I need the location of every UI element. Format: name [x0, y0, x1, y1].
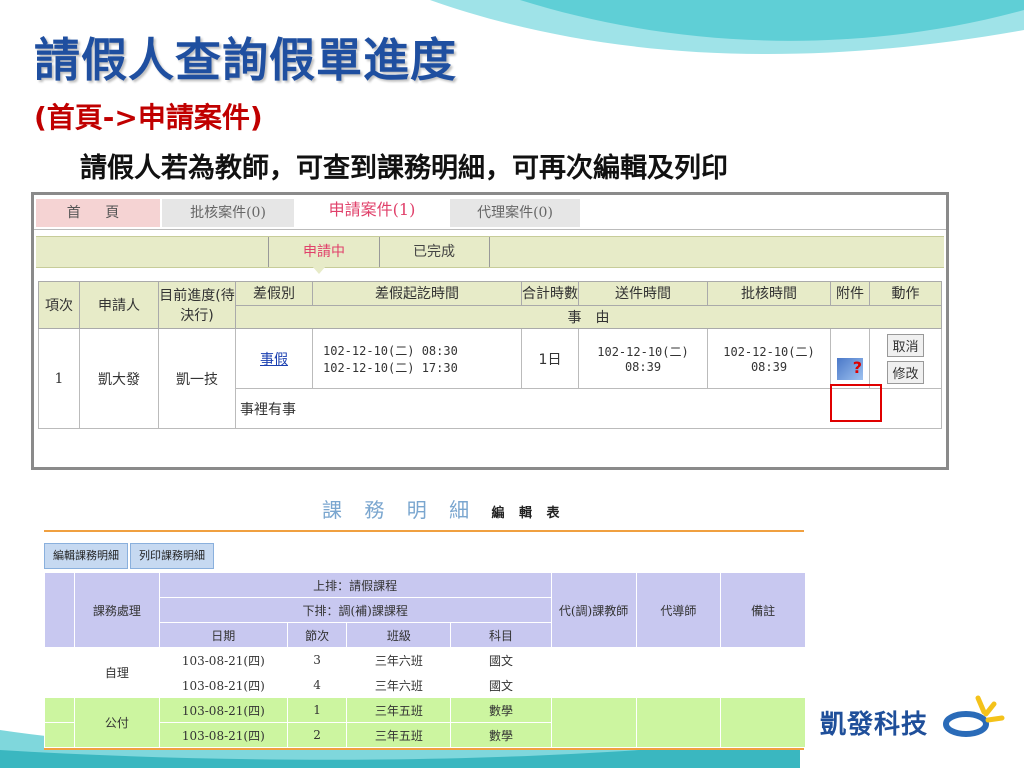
- header-period: 差假起訖時間: [312, 281, 522, 306]
- cell-period: 3: [286, 647, 348, 673]
- header-total-time: 合計時數: [521, 281, 579, 306]
- course-button-row: 編輯課務明細 列印課務明細: [44, 543, 216, 569]
- attachment-icon[interactable]: ?: [837, 358, 863, 380]
- cell-handling: 自理: [74, 647, 160, 698]
- tab-application-cases[interactable]: 申請案件(1): [296, 195, 448, 229]
- approve-date: 102-12-10(二): [723, 345, 815, 359]
- cell-subject: 數學: [450, 697, 552, 723]
- divider-bottom: [44, 748, 804, 750]
- company-logo: 凱發科技: [820, 690, 1010, 750]
- cell-total: 1日: [521, 328, 579, 389]
- edit-course-detail-button[interactable]: 編輯課務明細: [44, 543, 128, 569]
- header-blank: [43, 572, 76, 648]
- cell-class: 三年六班: [346, 647, 452, 673]
- course-detail-title-text: 課 務 明 細: [322, 498, 478, 522]
- leave-table: 項次 申請人 目前進度(待決行) 差假別 差假起訖時間 合計時數 送件時間 批核…: [38, 281, 942, 429]
- header-class: 班級: [346, 622, 452, 648]
- cell-subject: 國文: [450, 672, 552, 698]
- cell-class: 三年六班: [346, 672, 452, 698]
- header-date: 日期: [158, 622, 288, 648]
- header-substitute: 代導師: [635, 572, 722, 648]
- header-attachment: 附件: [830, 281, 870, 306]
- header-subject: 科目: [450, 622, 552, 648]
- period-start: 102-12-10(二) 08:30: [323, 343, 458, 358]
- header-submit-time: 送件時間: [578, 281, 708, 306]
- table-row: 103-08-21(四) 4 三年六班 國文: [43, 672, 806, 698]
- cell-subject: 數學: [450, 722, 552, 748]
- header-progress: 目前進度(待決行): [158, 281, 236, 329]
- divider-top: [44, 530, 804, 532]
- tab-home[interactable]: 首 頁: [36, 199, 160, 227]
- slide-description: 請假人若為教師，可查到課務明細，可再次編輯及列印: [80, 153, 728, 184]
- header-reason: 事 由: [235, 304, 942, 329]
- cell-period: 2: [286, 722, 348, 748]
- header-period: 節次: [286, 622, 348, 648]
- cell-period: 4: [286, 672, 348, 698]
- header-leave-type: 差假別: [235, 281, 313, 306]
- leave-type-link[interactable]: 事假: [260, 352, 288, 368]
- attachment-highlight: [830, 384, 882, 422]
- cell-handling: 公付: [74, 697, 160, 748]
- edit-button[interactable]: 修改: [887, 360, 924, 384]
- logo-text: 凱發科技: [820, 710, 929, 740]
- cell-index: 1: [38, 328, 80, 429]
- submit-date: 102-12-10(二): [597, 345, 689, 359]
- cell-date: 103-08-21(四): [158, 647, 288, 673]
- selected-indicator-arrow: [312, 266, 326, 274]
- course-detail-title-suffix: 編 輯 表: [491, 506, 565, 521]
- header-approve-time: 批核時間: [707, 281, 831, 306]
- cell-date: 103-08-21(四): [158, 672, 288, 698]
- header-lower: 下排：調(補)課課程: [158, 597, 552, 623]
- header-handling: 課務處理: [74, 572, 160, 648]
- print-course-detail-button[interactable]: 列印課務明細: [130, 543, 214, 569]
- main-tab-bar: 首 頁 批核案件(0) 申請案件(1) 代理案件(0): [34, 195, 946, 230]
- cell-progress: 凱一技: [158, 328, 236, 429]
- sub-tab-bar: 申請中 已完成: [36, 236, 944, 268]
- header-upper: 上排：請假課程: [158, 572, 552, 598]
- table-row: 自理 103-08-21(四) 3 三年六班 國文: [43, 647, 806, 698]
- header-note: 備註: [720, 572, 806, 648]
- cell-subject: 國文: [450, 647, 552, 673]
- course-table: 課務處理 上排：請假課程 代(調)課教師 代導師 備註 下排：調(補)課課程 日…: [43, 572, 806, 748]
- cell-applicant: 凱大發: [79, 328, 159, 429]
- period-end: 102-12-10(二) 17:30: [323, 360, 458, 375]
- subtab-in-progress[interactable]: 申請中: [268, 237, 380, 267]
- header-index: 項次: [38, 281, 80, 329]
- subtab-completed[interactable]: 已完成: [379, 237, 490, 267]
- header-applicant: 申請人: [79, 281, 159, 329]
- cancel-button[interactable]: 取消: [887, 333, 924, 357]
- cell-date: 103-08-21(四): [158, 722, 288, 748]
- tab-agent-cases[interactable]: 代理案件(0): [450, 199, 580, 227]
- cell-class: 三年五班: [346, 722, 452, 748]
- submit-time: 08:39: [624, 360, 662, 374]
- table-row: 公付 103-08-21(四) 1 三年五班 數學: [43, 697, 806, 748]
- leave-screenshot: 首 頁 批核案件(0) 申請案件(1) 代理案件(0) 申請中 已完成 項次 申…: [31, 192, 949, 470]
- logo-mark-icon: [943, 695, 1005, 737]
- tab-approval-cases[interactable]: 批核案件(0): [162, 199, 294, 227]
- slide-title: 請假人查詢假單進度: [34, 33, 457, 87]
- header-teacher: 代(調)課教師: [550, 572, 637, 648]
- approve-time: 08:39: [750, 360, 788, 374]
- cell-date: 103-08-21(四): [158, 697, 288, 723]
- course-detail-title: 課 務 明 細 編 輯 表: [322, 494, 565, 523]
- slide-subtitle: (首頁->申請案件): [34, 101, 263, 134]
- header-action: 動作: [869, 281, 942, 306]
- cell-class: 三年五班: [346, 697, 452, 723]
- cell-period: 1: [286, 697, 348, 723]
